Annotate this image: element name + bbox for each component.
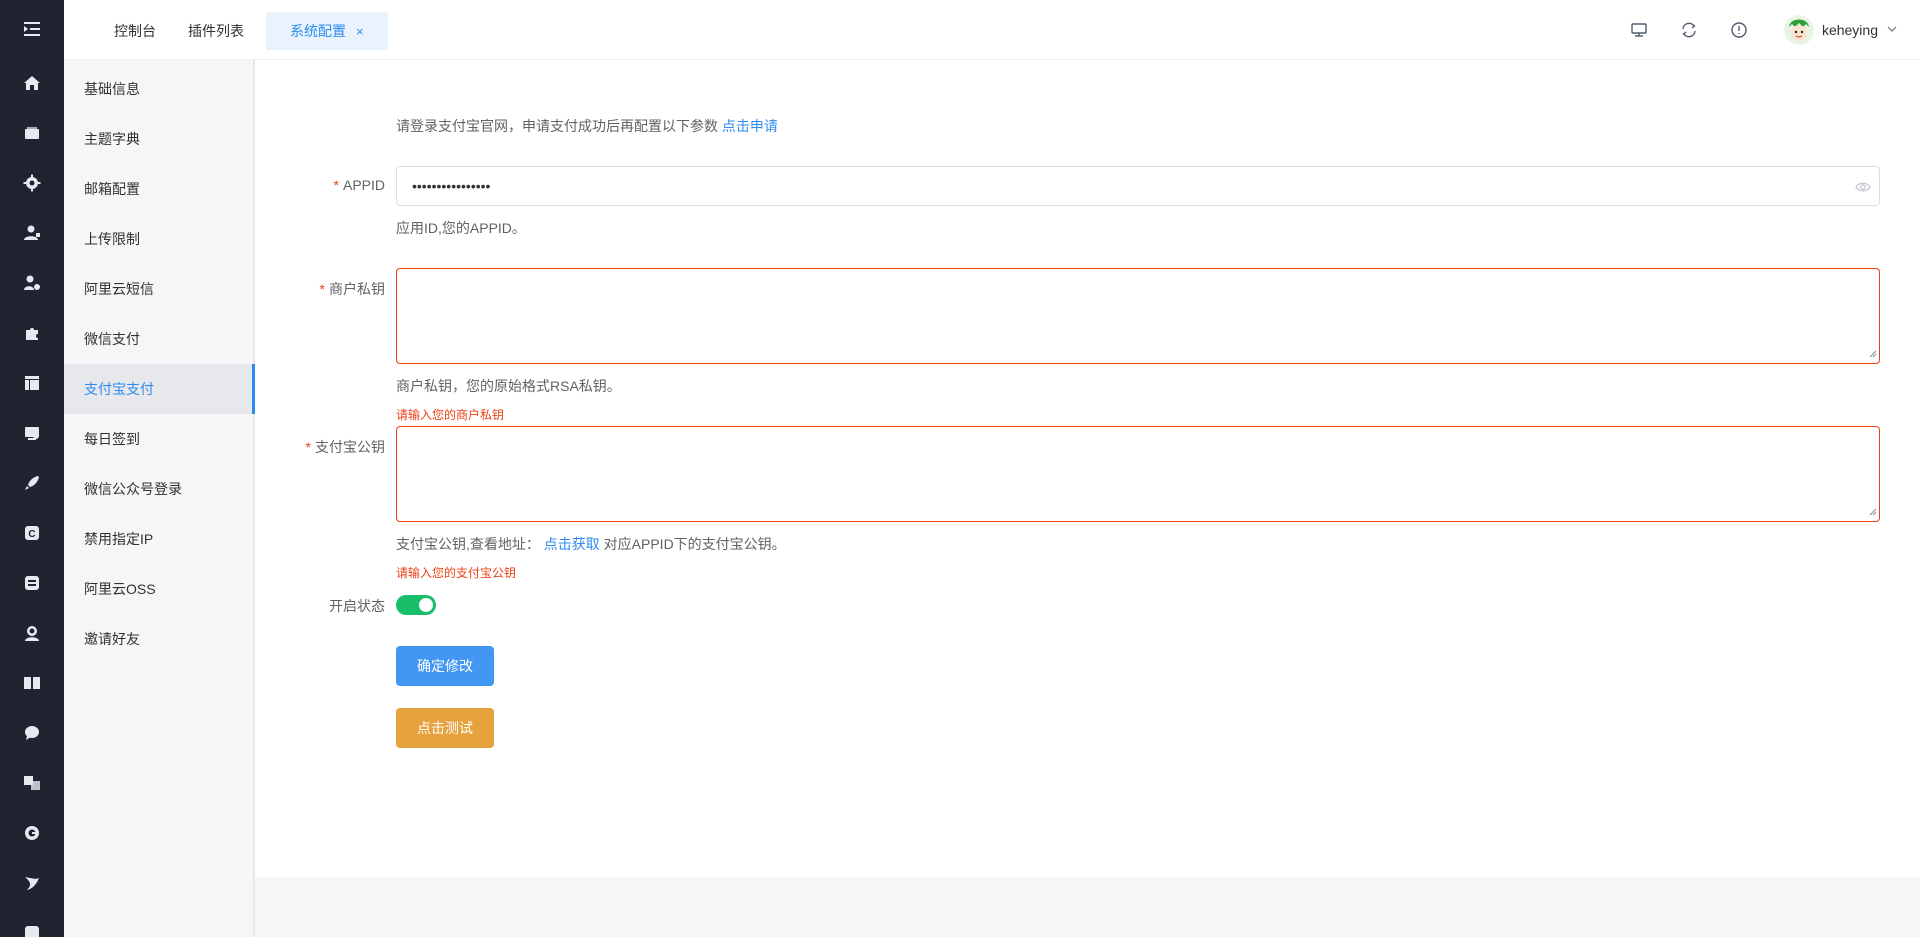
public-key-label: * 支付宝公钥	[255, 437, 385, 457]
sidebar-item-wechat-pay[interactable]: 微信支付	[64, 314, 253, 364]
sidebar-item-email-config[interactable]: 邮箱配置	[64, 164, 253, 214]
eye-icon[interactable]	[1855, 179, 1871, 198]
user-settings-icon[interactable]	[0, 258, 64, 308]
sidebar-item-ban-ip[interactable]: 禁用指定IP	[64, 514, 253, 564]
appid-field[interactable]: ••••••••••••••••	[396, 166, 1880, 206]
private-key-label-text: 商户私钥	[329, 281, 385, 297]
svg-text:C: C	[28, 529, 35, 540]
translate-icon[interactable]	[0, 758, 64, 808]
top-header: 控制台 插件列表 系统配置 × keheying	[64, 0, 1920, 60]
sidebar-item-aliyun-sms[interactable]: 阿里云短信	[64, 264, 253, 314]
header-actions: keheying	[1614, 12, 1898, 48]
content-footer	[255, 877, 1920, 937]
tab-system-config-label: 系统配置	[290, 23, 346, 39]
public-key-error: 请输入您的支付宝公钥	[396, 566, 517, 580]
required-mark: *	[319, 281, 325, 297]
public-key-hint: 支付宝公钥,查看地址： 点击获取 对应APPID下的支付宝公钥。	[396, 534, 786, 554]
apply-link[interactable]: 点击申请	[722, 118, 778, 134]
appid-value: ••••••••••••••••	[412, 178, 491, 194]
get-public-key-link[interactable]: 点击获取	[544, 536, 600, 552]
layout-icon[interactable]	[0, 358, 64, 408]
info-icon[interactable]	[1714, 12, 1764, 48]
username: keheying	[1821, 22, 1878, 38]
required-mark: *	[333, 177, 339, 193]
support-icon[interactable]	[0, 608, 64, 658]
icon-rail: C	[0, 0, 64, 937]
chat-icon[interactable]	[0, 708, 64, 758]
private-key-hint: 商户私钥，您的原始格式RSA私钥。	[396, 378, 621, 394]
notice-text: 请登录支付宝官网，申请支付成功后再配置以下参数	[396, 118, 718, 134]
wallet-icon[interactable]	[0, 108, 64, 158]
status-label: 开启状态	[329, 598, 385, 614]
status-toggle[interactable]	[396, 595, 436, 615]
config-sidebar: 基础信息 主题字典 邮箱配置 上传限制 阿里云短信 微信支付 支付宝支付 每日签…	[64, 60, 255, 937]
chevron-down-icon	[1886, 22, 1898, 38]
config-notice: 请登录支付宝官网，申请支付成功后再配置以下参数 点击申请	[396, 116, 778, 136]
sidebar-item-upload-limit[interactable]: 上传限制	[64, 214, 253, 264]
private-key-textarea[interactable]	[396, 268, 1880, 364]
sidebar-item-alipay[interactable]: 支付宝支付	[64, 364, 255, 414]
private-key-label: * 商户私钥	[255, 279, 385, 299]
resize-grip-icon[interactable]	[1869, 345, 1877, 361]
public-key-label-text: 支付宝公钥	[315, 439, 385, 455]
gear-icon[interactable]	[0, 158, 64, 208]
g-icon[interactable]	[0, 808, 64, 858]
alipay-config-form: 请登录支付宝官网，申请支付成功后再配置以下参数 点击申请 * APPID ••••…	[255, 60, 1920, 877]
resize-grip-icon[interactable]	[1869, 503, 1877, 519]
book-icon[interactable]	[0, 658, 64, 708]
blog-icon[interactable]	[0, 558, 64, 608]
copyright-icon[interactable]: C	[0, 508, 64, 558]
sidebar-item-aliyun-oss[interactable]: 阿里云OSS	[64, 564, 253, 614]
sidebar-item-daily-checkin[interactable]: 每日签到	[64, 414, 253, 464]
puzzle-icon[interactable]	[0, 308, 64, 358]
home-icon[interactable]	[0, 58, 64, 108]
tab-bar: 控制台 插件列表 系统配置 ×	[98, 12, 388, 50]
test-button[interactable]: 点击测试	[396, 708, 494, 748]
sidebar-item-basic-info[interactable]: 基础信息	[64, 64, 253, 114]
close-icon[interactable]: ×	[356, 24, 364, 39]
sidebar-item-theme-dict[interactable]: 主题字典	[64, 114, 253, 164]
appid-hint: 应用ID,您的APPID。	[396, 220, 526, 236]
tab-dashboard[interactable]: 控制台	[98, 12, 172, 50]
toggle-knob	[419, 598, 433, 612]
sidebar-item-wechat-mp-login[interactable]: 微信公众号登录	[64, 464, 253, 514]
public-key-textarea[interactable]	[396, 426, 1880, 522]
user-menu[interactable]: keheying	[1783, 15, 1898, 45]
required-mark: *	[305, 439, 311, 455]
public-key-hint-suffix: 对应APPID下的支付宝公钥。	[603, 536, 786, 552]
code-icon[interactable]	[0, 908, 64, 937]
shop-icon[interactable]	[0, 408, 64, 458]
avatar	[1783, 15, 1814, 45]
monitor-icon[interactable]	[1614, 12, 1664, 48]
tab-plugin-list[interactable]: 插件列表	[172, 12, 260, 50]
public-key-hint-prefix: 支付宝公钥,查看地址：	[396, 536, 540, 552]
submit-button[interactable]: 确定修改	[396, 646, 494, 686]
appid-label: * APPID	[255, 177, 385, 193]
refresh-icon[interactable]	[1664, 12, 1714, 48]
private-key-error: 请输入您的商户私钥	[396, 408, 505, 422]
bird-icon[interactable]	[0, 858, 64, 908]
user-icon[interactable]	[0, 208, 64, 258]
appid-label-text: APPID	[342, 177, 385, 193]
sidebar-item-invite-friends[interactable]: 邀请好友	[64, 614, 253, 664]
menu-fold-icon[interactable]	[0, 0, 64, 58]
tab-system-config[interactable]: 系统配置 ×	[266, 12, 388, 50]
rocket-icon[interactable]	[0, 458, 64, 508]
